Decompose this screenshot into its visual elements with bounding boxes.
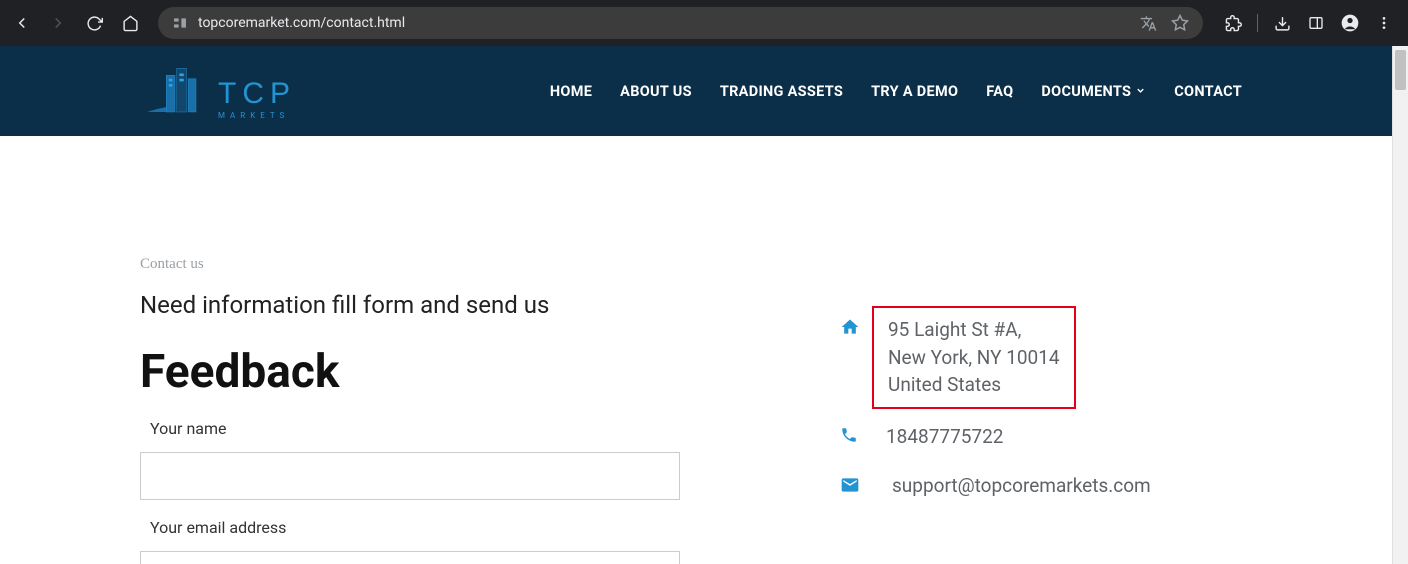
chevron-down-icon xyxy=(1135,83,1146,100)
nav-documents-label: DOCUMENTS xyxy=(1041,83,1131,100)
site-logo[interactable]: TCP MARKETS xyxy=(140,62,296,120)
address-bar[interactable]: topcoremarket.com/contact.html xyxy=(158,7,1203,39)
email-text: support@topcoremarkets.com xyxy=(886,472,1151,500)
email-input[interactable] xyxy=(140,551,680,564)
nav-demo[interactable]: TRY A DEMO xyxy=(871,83,958,100)
nav-home[interactable]: HOME xyxy=(550,83,592,100)
logo-icon xyxy=(140,62,210,120)
nav-assets[interactable]: TRADING ASSETS xyxy=(720,83,843,100)
menu-icon[interactable] xyxy=(1374,13,1394,33)
eyebrow-text: Contact us xyxy=(140,256,680,273)
logo-sub: MARKETS xyxy=(218,112,296,120)
nav-faq[interactable]: FAQ xyxy=(986,83,1013,100)
site-header: TCP MARKETS HOME ABOUT US TRADING ASSETS… xyxy=(0,46,1392,136)
page-subtitle: Need information fill form and send us xyxy=(140,291,680,319)
home-icon xyxy=(840,314,862,341)
main-nav: HOME ABOUT US TRADING ASSETS TRY A DEMO … xyxy=(550,83,1242,100)
address-block: 95 Laight St #A, New York, NY 10014 Unit… xyxy=(872,306,1076,409)
forward-button[interactable] xyxy=(44,9,72,37)
scrollbar[interactable] xyxy=(1392,46,1408,564)
home-button[interactable] xyxy=(116,9,144,37)
scrollbar-thumb[interactable] xyxy=(1395,50,1406,90)
mail-icon xyxy=(840,472,862,499)
reload-button[interactable] xyxy=(80,9,108,37)
address-line1: 95 Laight St #A, xyxy=(888,316,1060,344)
browser-chrome: topcoremarket.com/contact.html xyxy=(0,0,1408,46)
email-label: Your email address xyxy=(140,518,680,537)
nav-about[interactable]: ABOUT US xyxy=(620,83,692,100)
site-settings-icon[interactable] xyxy=(172,15,188,31)
translate-icon[interactable] xyxy=(1140,15,1157,32)
url-text: topcoremarket.com/contact.html xyxy=(198,15,405,31)
page-viewport: TCP MARKETS HOME ABOUT US TRADING ASSETS… xyxy=(0,46,1392,564)
logo-brand: TCP xyxy=(218,79,296,109)
separator xyxy=(1257,14,1258,32)
name-input[interactable] xyxy=(140,452,680,500)
bookmark-icon[interactable] xyxy=(1171,14,1189,32)
address-line3: United States xyxy=(888,371,1060,399)
extensions-icon[interactable] xyxy=(1223,13,1243,33)
phone-icon xyxy=(840,423,862,448)
profile-icon[interactable] xyxy=(1340,13,1360,33)
nav-contact[interactable]: CONTACT xyxy=(1174,83,1242,100)
phone-text: 18487775722 xyxy=(886,423,1003,451)
page-heading: Feedback xyxy=(140,345,680,399)
nav-documents[interactable]: DOCUMENTS xyxy=(1041,83,1146,100)
downloads-icon[interactable] xyxy=(1272,13,1292,33)
address-line2: New York, NY 10014 xyxy=(888,344,1060,372)
panel-icon[interactable] xyxy=(1306,13,1326,33)
back-button[interactable] xyxy=(8,9,36,37)
name-label: Your name xyxy=(140,419,680,438)
